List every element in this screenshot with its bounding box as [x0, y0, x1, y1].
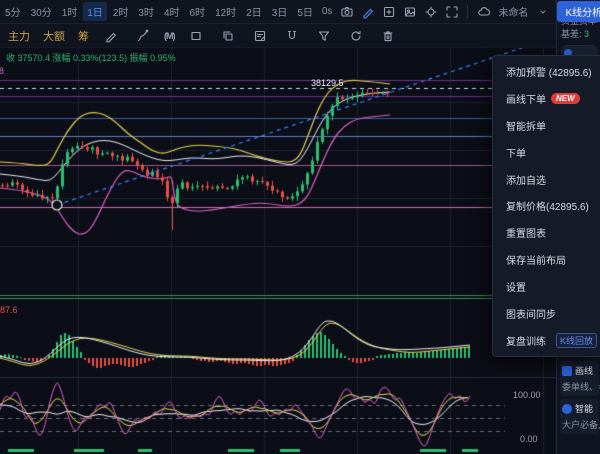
price-flag-label: 38129.5: [311, 78, 344, 88]
toggle-大额[interactable]: 大额: [43, 28, 65, 44]
timeframe-1时[interactable]: 1时: [58, 2, 82, 21]
promo-card-1[interactable]: 画线委单线、×: [560, 361, 599, 396]
stat-row-3: 基差: 3: [557, 28, 600, 41]
drawing-toolbar: 主力大额筹 (M): [0, 24, 556, 48]
stat-label: 基差:: [561, 29, 582, 39]
promo-title: 画线: [575, 364, 593, 377]
macd-value-label: 87.6: [0, 305, 18, 315]
market-toggles: 主力大额筹: [8, 28, 89, 44]
menu-item-11[interactable]: 复盘训练 K线回放: [493, 328, 600, 354]
copy-icon[interactable]: [220, 28, 237, 44]
trading-app: 5分30分1时1日2时3时4时6时12时2日3日5日 0s 未命名 K线分析 主…: [0, 0, 600, 454]
promo-icon: [562, 366, 572, 376]
menu-item-10[interactable]: 图表间同步: [493, 301, 600, 327]
filter-icon[interactable]: [316, 28, 333, 44]
menu-item-5[interactable]: 添加自选: [493, 166, 600, 192]
pencil-tool-icon[interactable]: [102, 28, 119, 44]
menu-item-4[interactable]: 下单: [493, 139, 600, 165]
chevron-down-icon[interactable]: [534, 4, 551, 20]
timeframe-list: 5分30分1时1日2时3时4时6时12时2日3日5日: [0, 2, 318, 21]
timeframe-1日[interactable]: 1日: [83, 2, 107, 21]
stat-value: 3: [582, 29, 590, 39]
left-partial-price: 8: [0, 66, 4, 76]
wave-pattern-icon[interactable]: (M): [164, 31, 175, 41]
price-info: 收 37570.4 涨幅 0.33%(123.5) 振幅 0.95%: [6, 51, 176, 64]
trash-icon[interactable]: [380, 28, 397, 44]
menu-item-label: 设置: [506, 279, 526, 294]
timeframe-6时[interactable]: 6时: [186, 2, 210, 21]
promo-icon: [562, 404, 572, 414]
kline-replay-badge[interactable]: K线回放: [556, 333, 597, 348]
image-icon[interactable]: [401, 4, 418, 20]
toolbar-right-group: 未命名 K线分析: [462, 1, 600, 22]
menu-item-label: 添加自选: [506, 172, 546, 187]
menu-item-label: 智能拆单: [506, 118, 546, 133]
toggle-主力[interactable]: 主力: [8, 28, 30, 44]
axis-label-osc-low: 0.00: [520, 434, 538, 444]
promo-cards: 画线委单线、×智能大户必备,: [557, 358, 600, 437]
menu-item-2[interactable]: 画线下单 NEW: [493, 85, 600, 111]
context-menu: 添加预警 (42895.6) 画线下单 NEW 智能拆单下单添加自选复制价格(4289…: [492, 55, 600, 357]
menu-item-label: 添加预警 (42895.6): [506, 64, 592, 79]
timeframe-30分[interactable]: 30分: [27, 2, 56, 21]
timeframe-3日[interactable]: 3日: [268, 2, 292, 21]
kline-analysis-button[interactable]: K线分析: [557, 1, 600, 22]
menu-item-7[interactable]: 重置图表: [493, 220, 600, 246]
magnet-icon[interactable]: [284, 28, 301, 44]
timeframe-12时[interactable]: 12时: [211, 2, 240, 21]
promo-title: 智能: [575, 402, 593, 415]
fullscreen-icon[interactable]: [443, 4, 460, 20]
menu-item-9[interactable]: 设置: [493, 274, 600, 300]
layout-name[interactable]: 未命名: [498, 4, 528, 19]
toggle-筹[interactable]: 筹: [78, 28, 89, 44]
menu-item-label: 下单: [506, 145, 526, 160]
settings-icon[interactable]: [422, 4, 439, 20]
new-badge: NEW: [551, 93, 580, 104]
top-toolbar: 5分30分1时1日2时3时4时6时12时2日3日5日 0s 未命名 K线分析: [0, 0, 556, 24]
promo-body: 大户必备,: [562, 418, 597, 431]
timeframe-3时[interactable]: 3时: [134, 2, 158, 21]
rectangle-tool-icon[interactable]: [188, 28, 205, 44]
menu-item-label: 画线下单: [506, 91, 546, 106]
refresh-icon[interactable]: [348, 28, 365, 44]
timeframe-2时[interactable]: 2时: [109, 2, 133, 21]
menu-item-label: 图表间同步: [506, 306, 556, 321]
toolbar-divider: [467, 5, 468, 19]
menu-item-1[interactable]: 添加预警 (42895.6): [493, 58, 600, 84]
promo-body: 委单线、×: [562, 380, 597, 393]
replay-speed[interactable]: 0s: [322, 6, 333, 17]
menu-item-6[interactable]: 复制价格(42895.6): [493, 193, 600, 219]
edit-pencil-icon[interactable]: [359, 4, 376, 20]
timeframe-5日[interactable]: 5日: [293, 2, 317, 21]
chart-canvas[interactable]: [0, 48, 556, 454]
camera-icon[interactable]: [338, 4, 355, 20]
menu-item-3[interactable]: 智能拆单: [493, 112, 600, 138]
timeframe-2日[interactable]: 2日: [242, 2, 266, 21]
cloud-icon[interactable]: [475, 4, 492, 20]
order-note-icon[interactable]: [252, 28, 269, 44]
menu-item-label: 复盘训练: [506, 333, 546, 348]
menu-item-label: 重置图表: [506, 225, 546, 240]
add-panel-icon[interactable]: [380, 4, 397, 20]
menu-item-label: 复制价格(42895.6): [506, 198, 589, 213]
brush-tool-icon[interactable]: [134, 28, 151, 44]
promo-card-2[interactable]: 智能大户必备,: [560, 399, 599, 434]
menu-item-8[interactable]: 保存当前布局: [493, 247, 600, 273]
axis-label-osc-high: 100.00: [513, 390, 541, 400]
menu-item-label: 保存当前布局: [506, 252, 566, 267]
timeframe-4时[interactable]: 4时: [160, 2, 184, 21]
timeframe-5分[interactable]: 5分: [1, 2, 25, 21]
